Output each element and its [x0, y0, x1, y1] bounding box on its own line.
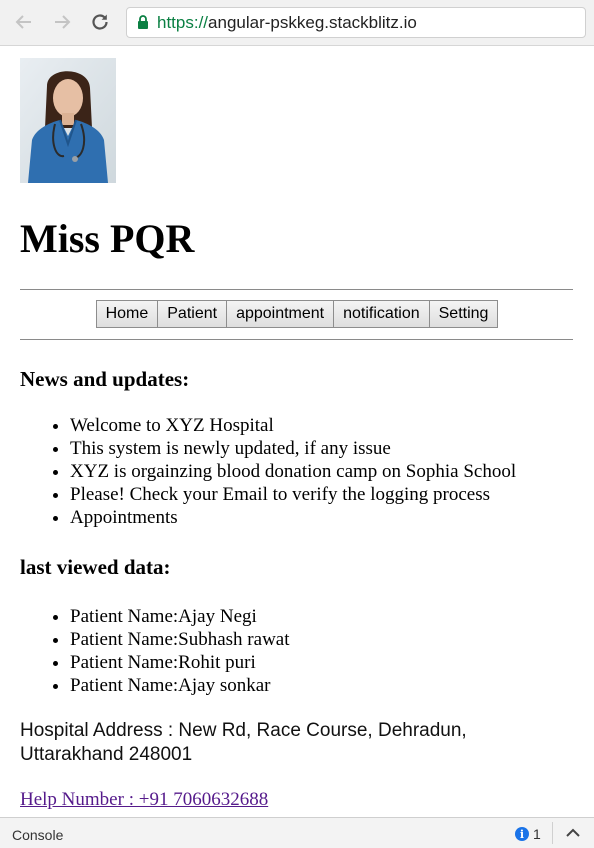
- news-item: Welcome to XYZ Hospital: [70, 414, 573, 437]
- lock-icon: [137, 15, 149, 30]
- last-viewed-item: Patient Name:Subhash rawat: [70, 628, 573, 651]
- main-nav: Home Patient appointment notification Se…: [20, 300, 573, 328]
- nav-patient-button[interactable]: Patient: [157, 300, 228, 328]
- nav-setting-button[interactable]: Setting: [428, 300, 499, 328]
- back-button[interactable]: [11, 9, 37, 35]
- last-viewed-heading: last viewed data:: [20, 555, 171, 579]
- divider: [20, 289, 573, 290]
- address-line-2: Uttarakhand 248001: [20, 744, 193, 765]
- nav-appointment-button[interactable]: appointment: [226, 300, 335, 328]
- divider: [20, 339, 573, 340]
- reload-icon: [92, 14, 108, 30]
- last-viewed-item: Patient Name:Ajay Negi: [70, 605, 573, 628]
- doctor-photo: [20, 58, 116, 183]
- news-heading: News and updates:: [20, 367, 190, 391]
- forward-button[interactable]: [49, 9, 75, 35]
- chevron-up-icon[interactable]: [565, 826, 581, 842]
- nav-home-button[interactable]: Home: [95, 300, 159, 328]
- info-icon: i: [515, 827, 529, 841]
- last-viewed-list: Patient Name:Ajay Negi Patient Name:Subh…: [20, 605, 573, 697]
- url-host: angular-pskkeg.stackblitz.io: [208, 12, 417, 32]
- news-item: XYZ is orgainzing blood donation camp on…: [70, 460, 573, 483]
- info-count: 1: [533, 826, 541, 842]
- address-line-1: Hospital Address : New Rd, Race Course, …: [20, 720, 467, 741]
- nav-notification-button[interactable]: notification: [333, 300, 430, 328]
- browser-toolbar: https://angular-pskkeg.stackblitz.io: [0, 0, 594, 46]
- help-number-link[interactable]: Help Number : +91 7060632688: [20, 788, 573, 812]
- page-content: Miss PQR Home Patient appointment notifi…: [20, 58, 573, 812]
- info-count-badge[interactable]: i 1: [515, 826, 541, 842]
- arrow-left-icon: [15, 15, 31, 29]
- doctor-name: Miss PQR: [20, 216, 195, 261]
- divider: [552, 822, 553, 844]
- url-scheme: https://: [157, 12, 209, 32]
- news-item: Please! Check your Email to verify the l…: [70, 483, 573, 506]
- news-item: This system is newly updated, if any iss…: [70, 437, 573, 460]
- hospital-address: Hospital Address : New Rd, Race Course, …: [20, 719, 573, 767]
- reload-button[interactable]: [87, 9, 113, 35]
- last-viewed-item: Patient Name:Ajay sonkar: [70, 674, 573, 697]
- arrow-right-icon: [55, 15, 71, 29]
- news-list: Welcome to XYZ Hospital This system is n…: [20, 414, 573, 529]
- last-viewed-item: Patient Name:Rohit puri: [70, 651, 573, 674]
- news-item: Appointments: [70, 506, 573, 529]
- address-bar[interactable]: https://angular-pskkeg.stackblitz.io: [126, 7, 586, 38]
- console-bar: Console i 1: [0, 817, 594, 848]
- console-tab[interactable]: Console: [12, 827, 63, 843]
